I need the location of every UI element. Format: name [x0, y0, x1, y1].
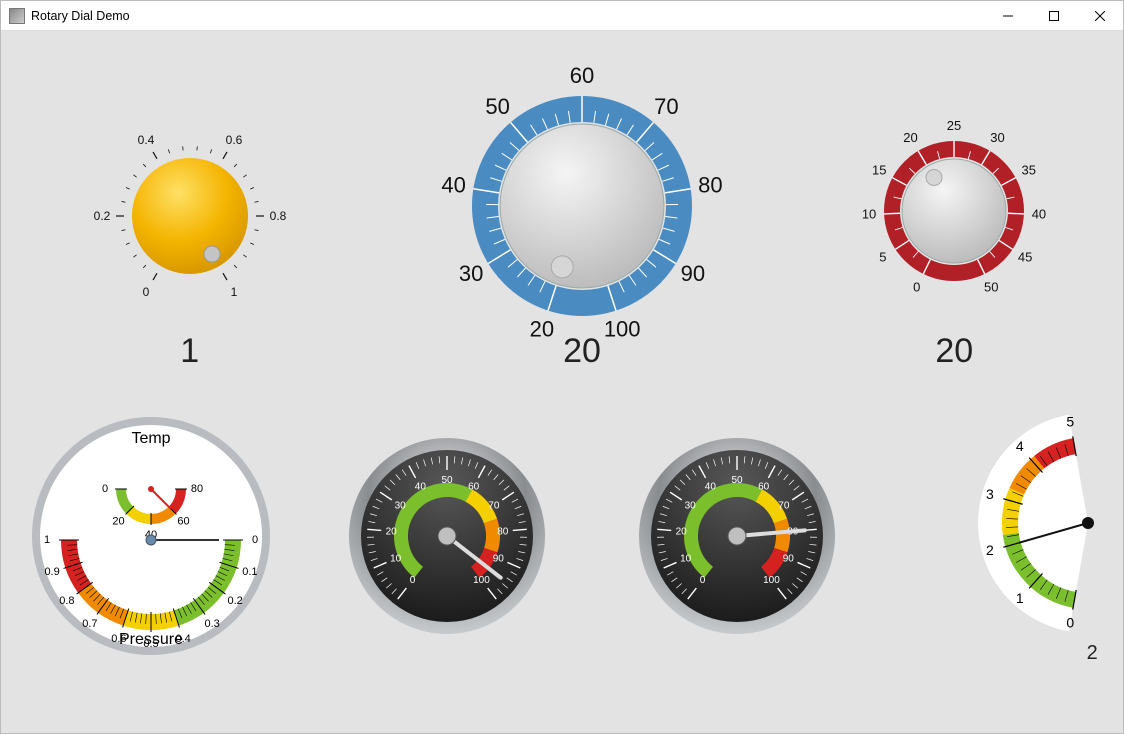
value-red: 20 [824, 332, 1084, 371]
content-area: 00.20.40.60.81 2030405060708090100 05101… [1, 31, 1123, 733]
svg-text:35: 35 [1022, 163, 1036, 178]
svg-text:100: 100 [763, 575, 780, 586]
svg-text:0: 0 [1066, 614, 1074, 630]
svg-text:70: 70 [488, 500, 500, 511]
rotary-dial-yellow[interactable]: 0 0.2 0.4 0.6 0.8 1 [80, 96, 300, 316]
svg-text:4: 4 [1016, 438, 1024, 454]
svg-text:90: 90 [783, 553, 795, 564]
svg-text:1: 1 [230, 285, 237, 299]
app-icon [9, 8, 25, 24]
svg-text:70: 70 [654, 94, 678, 119]
svg-text:0.2: 0.2 [93, 209, 110, 223]
svg-text:60: 60 [570, 63, 594, 88]
svg-text:0.2: 0.2 [228, 595, 243, 607]
svg-text:0.8: 0.8 [59, 595, 74, 607]
window-title: Rotary Dial Demo [31, 9, 130, 23]
svg-text:90: 90 [493, 553, 505, 564]
svg-text:60: 60 [758, 482, 770, 493]
svg-text:0.6: 0.6 [225, 133, 242, 147]
svg-text:0: 0 [700, 575, 706, 586]
svg-text:0.3: 0.3 [205, 618, 220, 630]
svg-text:20: 20 [676, 526, 688, 537]
svg-text:80: 80 [698, 173, 722, 198]
svg-text:80: 80 [497, 526, 509, 537]
svg-text:2: 2 [986, 542, 994, 558]
minimize-button[interactable] [985, 1, 1031, 31]
svg-text:10: 10 [390, 553, 402, 564]
svg-text:50: 50 [732, 475, 744, 486]
svg-text:1: 1 [44, 534, 50, 546]
svg-text:0.7: 0.7 [82, 618, 97, 630]
svg-text:30: 30 [459, 261, 483, 286]
svg-text:0.1: 0.1 [243, 566, 258, 578]
app-window: Rotary Dial Demo 00.20.40.60.81 20304050… [0, 0, 1124, 734]
svg-text:1: 1 [1016, 589, 1024, 605]
svg-text:10: 10 [862, 207, 876, 222]
svg-text:0.8: 0.8 [269, 209, 286, 223]
svg-text:30: 30 [685, 500, 697, 511]
gauge-fan[interactable]: 0 1 2 3 4 5 [938, 408, 1108, 638]
value-blue: 20 [417, 332, 747, 371]
svg-text:40: 40 [705, 482, 717, 493]
svg-text:80: 80 [191, 483, 203, 495]
gauge-speedo-1[interactable]: 0 10 20 30 40 50 60 70 80 90100 [337, 426, 557, 646]
maximize-button[interactable] [1031, 1, 1077, 31]
svg-text:0: 0 [142, 285, 149, 299]
svg-text:30: 30 [991, 130, 1005, 145]
gauge-temp-pressure[interactable]: 020406080Temp00.10.20.30.40.50.60.70.80.… [26, 411, 276, 661]
svg-text:Temp: Temp [132, 430, 171, 447]
svg-text:100: 100 [473, 575, 490, 586]
svg-text:25: 25 [947, 118, 961, 133]
svg-text:20: 20 [904, 130, 918, 145]
svg-text:60: 60 [178, 516, 190, 528]
title-bar: Rotary Dial Demo [1, 1, 1123, 31]
svg-text:50: 50 [441, 475, 453, 486]
gauge-speedo-2[interactable]: 0102030405060708090100 [627, 426, 847, 646]
svg-text:10: 10 [680, 553, 692, 564]
svg-text:0.4: 0.4 [137, 133, 154, 147]
rotary-dial-blue[interactable]: 2030405060708090100 [432, 56, 732, 356]
svg-text:50: 50 [984, 279, 998, 294]
svg-text:20: 20 [113, 516, 125, 528]
svg-text:0: 0 [252, 534, 258, 546]
svg-text:40: 40 [1032, 207, 1046, 222]
svg-text:70: 70 [779, 500, 791, 511]
svg-text:Pressure: Pressure [119, 631, 183, 648]
svg-text:3: 3 [986, 485, 994, 501]
rotary-dial-red[interactable]: 0 5 10 15 20 25 30 35 40 45 50 [849, 101, 1059, 311]
value-fan: 2 [898, 642, 1108, 665]
svg-text:40: 40 [441, 173, 465, 198]
svg-text:30: 30 [394, 500, 406, 511]
svg-text:5: 5 [880, 250, 887, 265]
svg-text:0: 0 [409, 575, 415, 586]
value-yellow: 1 [40, 332, 340, 371]
svg-text:50: 50 [485, 94, 509, 119]
svg-text:5: 5 [1066, 413, 1074, 429]
close-button[interactable] [1077, 1, 1123, 31]
svg-text:90: 90 [681, 261, 705, 286]
svg-text:20: 20 [385, 526, 397, 537]
svg-text:45: 45 [1018, 250, 1032, 265]
svg-text:60: 60 [468, 482, 480, 493]
svg-text:0: 0 [913, 279, 920, 294]
svg-text:40: 40 [415, 482, 427, 493]
svg-text:0: 0 [102, 483, 108, 495]
svg-text:15: 15 [872, 163, 886, 178]
svg-text:0.9: 0.9 [45, 566, 60, 578]
